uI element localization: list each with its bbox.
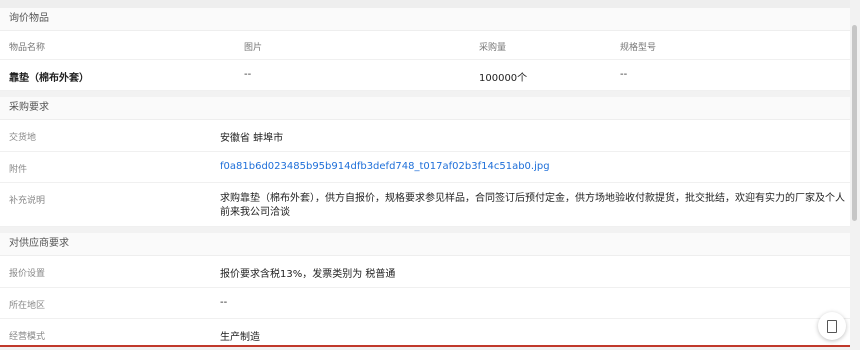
delivery-value: 安徽省 蚌埠市 [220,133,284,144]
attachment-link[interactable]: f0a81b6d023485b95b914dfb3defd748_t017af0… [220,161,550,172]
notes-row: 补充说明 求购靠垫（棉布外套），供方自报价，规格要求参见样品，合同签订后预付定金… [0,183,850,227]
top-divider [0,0,850,8]
notes-label: 补充说明 [9,196,46,206]
section-title-purchase-requirements: 采购要求 [0,97,850,120]
scrollbar[interactable] [850,0,860,347]
region-label: 所在地区 [9,301,46,311]
document-icon [827,319,837,333]
col-header-name: 物品名称 [9,43,46,53]
col-header-quantity: 采购量 [479,43,507,53]
items-header-row: 物品名称 图片 采购量 规格型号 [0,31,850,60]
delivery-label: 交货地 [9,133,37,143]
attachment-row: 附件 f0a81b6d023485b95b914dfb3defd748_t017… [0,152,850,183]
scrollbar-thumb[interactable] [852,25,857,221]
region-value: -- [220,297,228,308]
item-image: -- [244,69,252,80]
quote-setting-label: 报价设置 [9,269,46,279]
notes-value: 求购靠垫（棉布外套），供方自报价，规格要求参见样品，合同签订后预付定金，供方场地… [220,193,845,218]
col-header-image: 图片 [244,43,263,53]
items-data-row: 靠垫（棉布外套） -- 100000个 -- [0,60,850,91]
floating-action-button[interactable] [818,312,846,340]
section-title-inquiry-items: 询价物品 [0,8,850,31]
detail-page: 询价物品 物品名称 图片 采购量 规格型号 靠垫（棉布外套） -- 100000… [0,0,850,350]
quote-setting-row: 报价设置 报价要求含税13%，发票类别为 税普通 [0,256,850,288]
region-row: 所在地区 -- [0,288,850,319]
business-mode-value: 生产制造 [220,332,260,343]
item-spec: -- [620,69,628,80]
business-mode-label: 经营模式 [9,332,46,342]
section-title-supplier-requirements: 对供应商要求 [0,233,850,256]
delivery-row: 交货地 安徽省 蚌埠市 [0,120,850,152]
col-header-spec: 规格型号 [620,43,657,53]
item-name: 靠垫（棉布外套） [9,73,89,84]
quote-setting-value: 报价要求含税13%，发票类别为 税普通 [220,269,396,280]
attachment-label: 附件 [9,165,28,175]
item-quantity: 100000个 [479,73,528,84]
